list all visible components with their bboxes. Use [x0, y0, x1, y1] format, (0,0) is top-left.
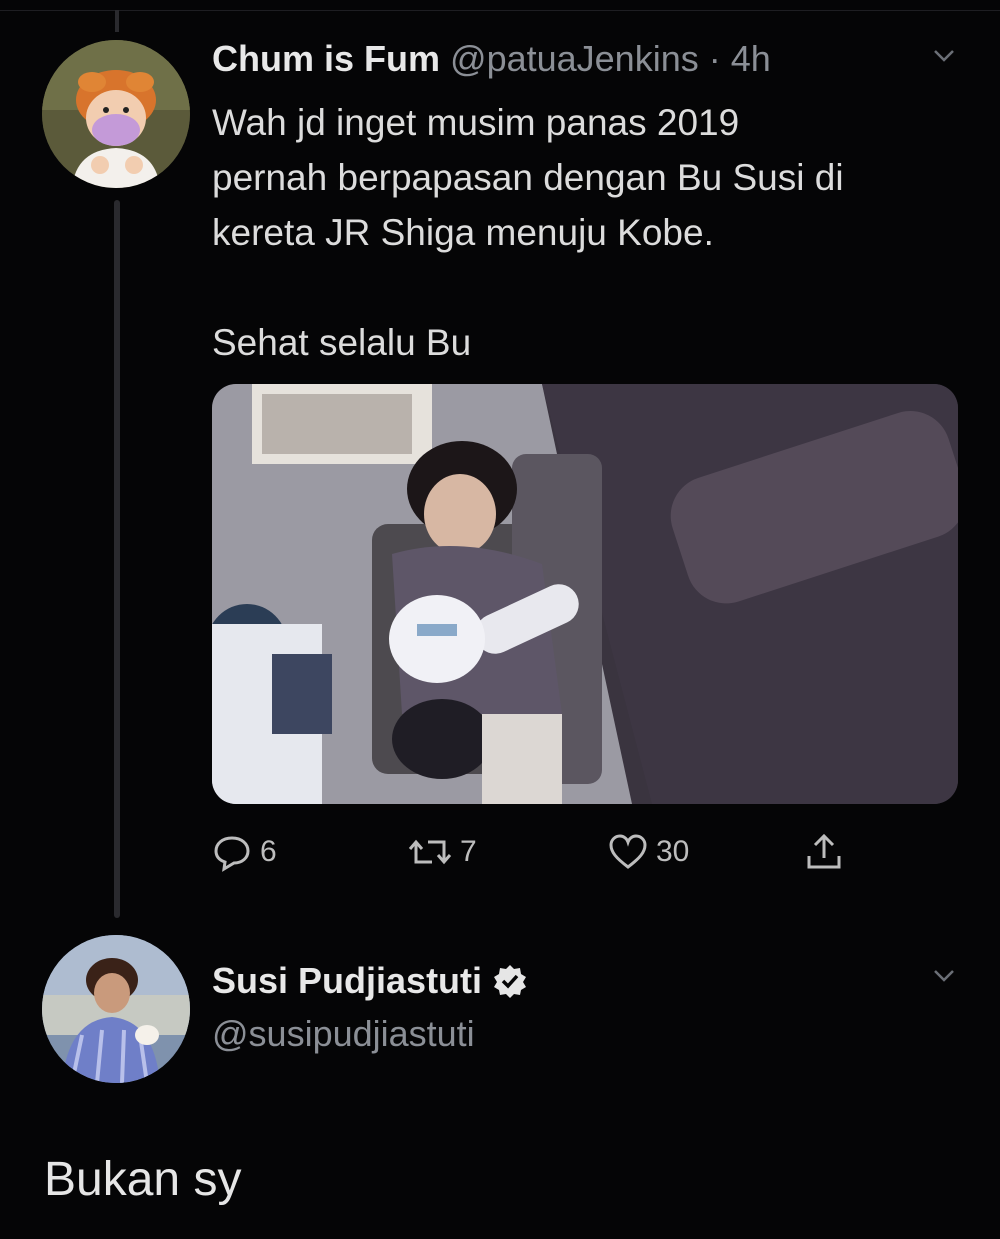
tweet-body: Wah jd inget musim panas 2019 pernah ber… [212, 95, 972, 370]
cartoon-girl-mask-avatar [42, 40, 190, 188]
reply-icon [214, 836, 250, 872]
tweet-line: Wah jd inget musim panas 2019 [212, 102, 740, 143]
verified-badge-icon [494, 965, 527, 998]
tweet-line: pernah berpapasan dengan Bu Susi di [212, 157, 844, 198]
reply-author-name-row: Susi Pudjiastuti [212, 960, 528, 1002]
thread-line-top [115, 10, 119, 32]
author-name[interactable]: Chum is Fum [212, 38, 440, 79]
top-divider [0, 0, 1000, 11]
reply-text: Bukan sy [44, 1153, 242, 1206]
tweet-actions: 6 7 30 [212, 830, 852, 874]
reply-count: 6 [260, 835, 277, 868]
chevron-down-icon[interactable] [932, 966, 954, 986]
retweet-icon [408, 839, 452, 865]
train-passenger-photo [212, 384, 958, 804]
separator: · [708, 38, 721, 79]
like-button[interactable]: 30 [608, 830, 689, 874]
reply-button[interactable]: 6 [212, 830, 277, 874]
tweet-line: kereta JR Shiga menuju Kobe. [212, 212, 714, 253]
reply-author-handle[interactable]: @susipudjiastuti [212, 1013, 475, 1055]
like-count: 30 [656, 835, 690, 868]
reply-author-name[interactable]: Susi Pudjiastuti [212, 960, 482, 1002]
chevron-down-icon[interactable] [932, 46, 954, 66]
tweet-time[interactable]: 4h [731, 38, 771, 79]
author-avatar[interactable] [42, 40, 190, 188]
tweet-media[interactable] [212, 384, 958, 804]
tweet-closing: Sehat selalu Bu [212, 322, 472, 363]
reply-author-avatar[interactable] [42, 935, 190, 1083]
thread-line [114, 200, 120, 918]
tweet-header: Chum is Fum @patuaJenkins · 4h [212, 38, 771, 80]
heart-icon [609, 834, 647, 869]
author-handle[interactable]: @patuaJenkins [450, 38, 699, 79]
retweet-button[interactable]: 7 [408, 830, 477, 874]
share-button[interactable] [804, 830, 852, 874]
woman-portrait-avatar [42, 935, 190, 1083]
share-icon [807, 833, 841, 869]
retweet-count: 7 [460, 835, 477, 868]
